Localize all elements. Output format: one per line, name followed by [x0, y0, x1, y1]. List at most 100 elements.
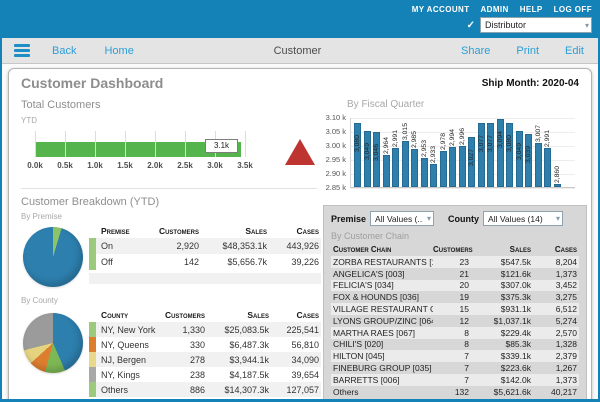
table-row[interactable]: NY, Kings238$4,187.5k39,654 [89, 367, 321, 382]
total-customers-gauge[interactable]: 3.1k 0.0k0.5k1.0k1.5k2.0k2.5k3.0k3.5k [35, 131, 317, 179]
county-table: CountyCustomersSalesCasesNY, New York1,3… [89, 308, 321, 402]
bar[interactable]: 3,049 [516, 117, 523, 187]
column-header: Cases [533, 245, 579, 254]
cell: $547.5k [471, 257, 533, 267]
y-axis-label: 3.10 k [320, 114, 346, 122]
cell: $931.1k [471, 304, 533, 314]
bar[interactable]: 2,964 [383, 117, 390, 187]
table-row[interactable]: ANGELICA'S [003]21$121.6k1,373 [331, 268, 579, 280]
home-button[interactable]: Home [104, 45, 133, 57]
table-row[interactable]: FOX & HOUNDS [036]19$375.3k3,275 [331, 291, 579, 303]
bar[interactable]: 2,933 [430, 117, 437, 187]
bar[interactable]: 2,991 [544, 117, 551, 187]
table-row[interactable]: VILLAGE RESTAURANT GROUP15$931.1k6,512 [331, 303, 579, 315]
back-button[interactable]: Back [52, 45, 76, 57]
bar[interactable]: 2,978 [440, 117, 447, 187]
bar[interactable]: 2,991 [392, 117, 399, 187]
bar-rect [544, 148, 551, 187]
bar[interactable]: 2,996 [459, 117, 466, 187]
bar[interactable]: 3,027 [468, 117, 475, 187]
nav-title: Customer [134, 45, 461, 57]
alert-triangle-icon [285, 139, 315, 165]
bar[interactable]: 3,049 [364, 117, 371, 187]
bar-rect [449, 147, 456, 187]
topbar-link[interactable]: MY ACCOUNT [412, 5, 470, 14]
topbar-link[interactable]: LOG OFF [554, 5, 592, 14]
bar[interactable]: 3,046 [373, 117, 380, 187]
table-row[interactable]: Others132$5,621.6k40,217 [331, 386, 579, 398]
gauge-tick [35, 131, 36, 157]
menu-icon[interactable] [14, 42, 30, 60]
table-row[interactable]: MARTHA RAES [067]8$229.4k2,570 [331, 327, 579, 339]
bar[interactable]: 3,077 [487, 117, 494, 187]
table-row[interactable]: ZORBA RESTAURANTS [105]23$547.5k8,204 [331, 256, 579, 268]
column-header: Sales [201, 226, 269, 236]
cell: 8 [433, 328, 471, 338]
legend-swatch-cell [89, 238, 99, 254]
cell: FINEBURG GROUP [035] [331, 363, 433, 373]
edit-button[interactable]: Edit [565, 45, 584, 57]
county-pie-chart[interactable] [23, 313, 83, 373]
bar[interactable]: 3,080 [506, 117, 513, 187]
bar[interactable]: 2,994 [449, 117, 456, 187]
legend-swatch-cell [89, 367, 99, 382]
legend-swatch [89, 367, 96, 382]
cell: $5,656.7k [201, 257, 269, 267]
subtitle-by-premise: By Premise [21, 212, 317, 221]
table-row[interactable]: Off142$5,656.7k39,226 [89, 254, 321, 270]
premise-table: PremiseCustomersSalesCasesOn2,920$48,353… [89, 224, 321, 287]
bar[interactable]: 3,039 [525, 117, 532, 187]
cell: 2,920 [149, 241, 201, 251]
checkmark-icon[interactable]: ✓ [467, 20, 475, 31]
premise-filter-select[interactable]: All Values (... ▾ [370, 211, 434, 226]
print-button[interactable]: Print [516, 45, 539, 57]
gauge-tick [185, 131, 186, 157]
table-row[interactable]: CHILI'S [020]8$85.3k1,328 [331, 339, 579, 351]
table-row[interactable]: Others886$14,307.3k127,057 [89, 382, 321, 397]
bar[interactable]: 3,094 [497, 117, 504, 187]
bar[interactable]: 3,015 [402, 117, 409, 187]
share-button[interactable]: Share [461, 45, 490, 57]
bar-value-label: 3,015 [402, 123, 409, 140]
topbar-link[interactable]: HELP [520, 5, 543, 14]
cell: $3,944.1k [207, 355, 271, 365]
cell: 5,274 [533, 316, 579, 326]
gauge-tick [245, 131, 246, 157]
table-row[interactable]: NJ, Bergen278$3,944.1k34,090 [89, 352, 321, 367]
legend-swatch [89, 382, 96, 397]
table-row[interactable]: NY, New York1,330$25,083.5k225,541 [89, 322, 321, 337]
column-header: Customer Chain [331, 245, 433, 254]
county-block: CountyCustomersSalesCasesNY, New York1,3… [21, 308, 317, 402]
table-row[interactable]: BARRETTS [006]7$142.0k1,373 [331, 374, 579, 386]
gauge-tick-label: 0.5k [50, 161, 80, 170]
table-row[interactable]: On2,920$48,353.1k443,926 [89, 238, 321, 254]
bar-value-label: 2,985 [411, 131, 418, 148]
topbar-link[interactable]: ADMIN [480, 5, 508, 14]
distributor-select[interactable]: Distributor ▾ [480, 17, 592, 33]
bar[interactable]: 2,860 [554, 117, 561, 187]
cell: 23 [433, 257, 471, 267]
cell: 443,926 [269, 241, 321, 251]
right-column: By Fiscal Quarter 3.10 k3.05 k3.00 k2.95… [323, 97, 589, 402]
bar[interactable]: 2,953 [421, 117, 428, 187]
bar[interactable]: 3,077 [478, 117, 485, 187]
chevron-down-icon: ▾ [552, 214, 560, 223]
bar[interactable]: 2,985 [411, 117, 418, 187]
table-row[interactable]: FELICIA'S [034]20$307.0k3,452 [331, 280, 579, 292]
county-filter-select[interactable]: All Values (14) ▾ [483, 211, 563, 226]
content-area: Customer Dashboard Ship Month: 2020-04 T… [2, 64, 598, 402]
cell: 21 [433, 269, 471, 279]
cell: NY, Kings [99, 370, 161, 380]
bar-rect [392, 148, 399, 187]
premise-pie-chart[interactable] [23, 227, 83, 287]
table-row[interactable]: LYONS GROUP/ZINC [064]12$1,037.1k5,274 [331, 315, 579, 327]
table-row[interactable]: HILTON [045]7$339.1k2,379 [331, 350, 579, 362]
column-header: Cases [271, 310, 321, 320]
bar[interactable]: 3,080 [354, 117, 361, 187]
table-row[interactable]: FINEBURG GROUP [035]7$223.6k1,267 [331, 362, 579, 374]
cell: 1,373 [533, 375, 579, 385]
subtitle-ytd: YTD [21, 116, 317, 125]
bar[interactable]: 3,007 [535, 117, 542, 187]
gauge-tick [65, 131, 66, 157]
table-row[interactable]: NY, Queens330$6,487.3k56,810 [89, 337, 321, 352]
